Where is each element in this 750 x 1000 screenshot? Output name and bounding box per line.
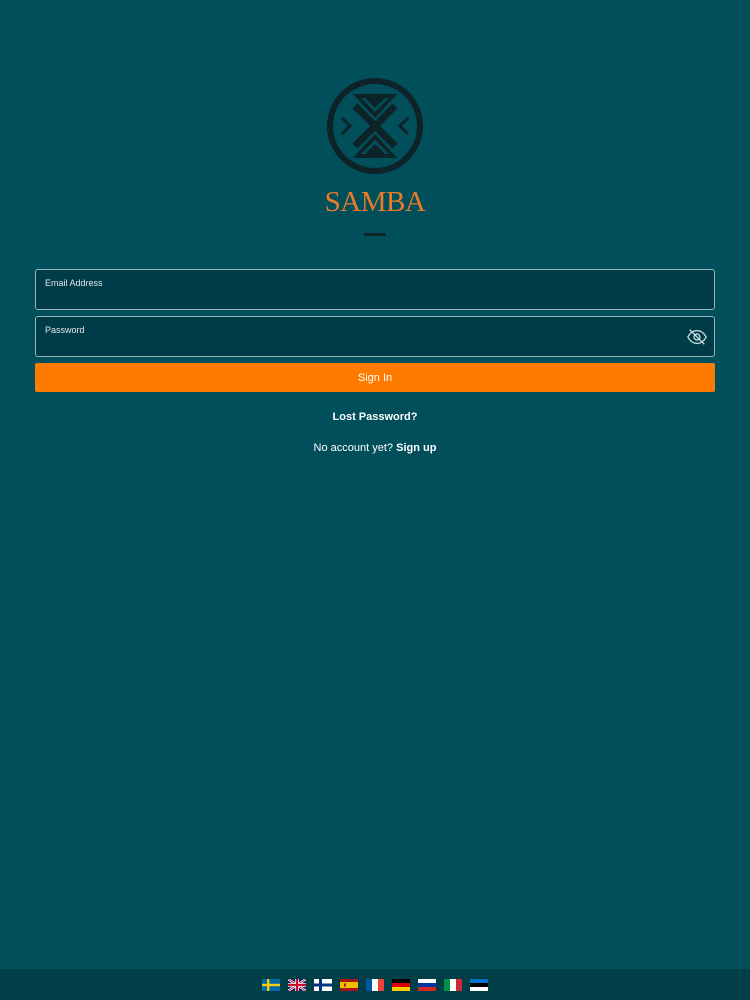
password-label: Password — [45, 325, 85, 335]
sign-in-button[interactable]: Sign In — [35, 363, 715, 392]
flag-russia-icon[interactable] — [418, 978, 436, 991]
brand-name: SAMBA — [324, 186, 426, 218]
signup-row: No account yet? Sign up — [0, 442, 750, 454]
flag-estonia-icon[interactable] — [470, 978, 488, 991]
brand-header: SAMBA — [0, 76, 750, 236]
lost-password-link[interactable]: Lost Password? — [0, 411, 750, 423]
flag-spain-icon[interactable] — [340, 978, 358, 991]
flag-finland-icon[interactable] — [314, 978, 332, 991]
language-bar — [0, 969, 750, 1000]
flag-italy-icon[interactable] — [444, 978, 462, 991]
samba-logo-icon — [327, 78, 423, 174]
email-field[interactable]: Email Address — [35, 269, 715, 310]
password-field[interactable]: Password — [35, 316, 715, 357]
login-screen: SAMBA Email Address Password Sign In Los… — [0, 0, 750, 1000]
flag-uk-icon[interactable] — [288, 978, 306, 991]
flag-sweden-icon[interactable] — [262, 978, 280, 991]
email-input[interactable] — [45, 290, 674, 306]
flag-france-icon[interactable] — [366, 978, 384, 991]
eye-slash-icon[interactable] — [686, 326, 708, 348]
no-account-text: No account yet? — [313, 442, 394, 454]
flag-germany-icon[interactable] — [392, 978, 410, 991]
sign-up-link[interactable]: Sign up — [396, 442, 436, 454]
email-label: Email Address — [45, 278, 103, 288]
brand-divider — [364, 233, 386, 236]
password-input[interactable] — [45, 337, 674, 353]
